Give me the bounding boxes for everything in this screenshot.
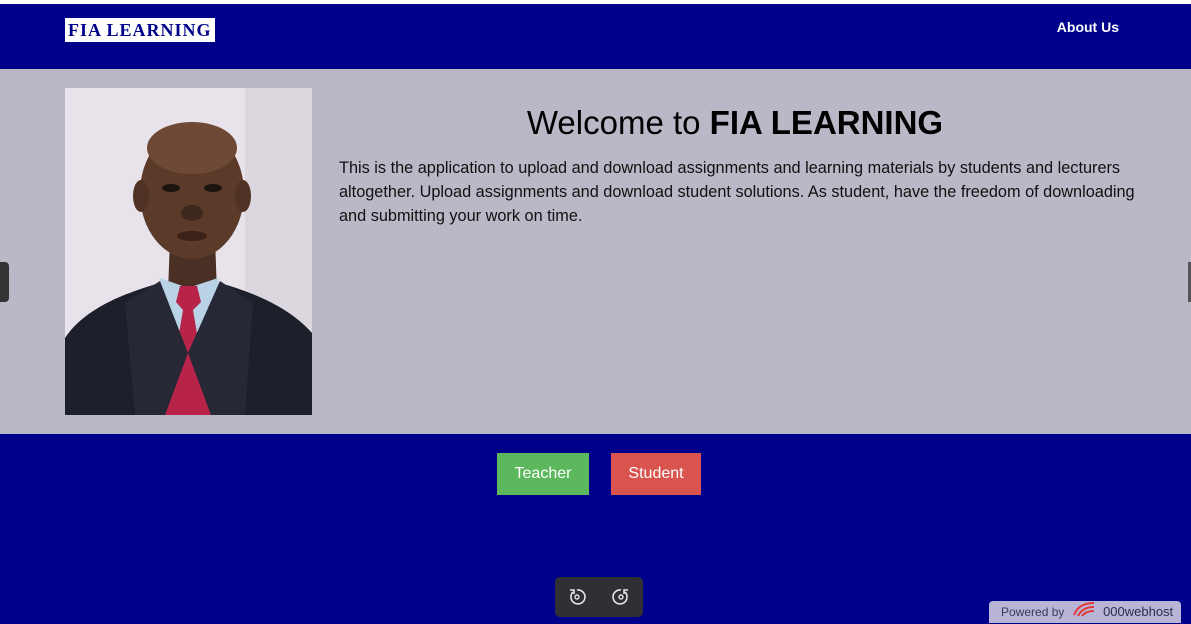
hero-section: Welcome to FIA LEARNING This is the appl…: [0, 69, 1191, 434]
powered-by-badge[interactable]: Powered by 000webhost: [989, 601, 1181, 623]
teacher-button[interactable]: Teacher: [497, 453, 589, 495]
powered-by-brand: 000webhost: [1103, 604, 1174, 619]
nav-about-us-link[interactable]: About Us: [1057, 19, 1119, 35]
hero-title-prefix: Welcome to: [526, 104, 710, 141]
rotate-toolbar: [555, 577, 643, 617]
site-logo[interactable]: FIA LEARNING: [65, 18, 215, 42]
powered-by-text: Powered by: [1001, 605, 1065, 619]
hero-title-brand: FIA LEARNING: [709, 104, 944, 141]
navbar: FIA LEARNING About Us: [0, 4, 1191, 69]
rotate-right-icon[interactable]: [611, 587, 631, 607]
portrait-image: [65, 88, 312, 415]
hero-title: Welcome to FIA LEARNING: [340, 104, 1130, 142]
student-button[interactable]: Student: [611, 453, 701, 495]
webhost-logo-icon: [1072, 601, 1098, 624]
left-side-handle[interactable]: [0, 262, 9, 302]
rotate-left-icon[interactable]: [567, 587, 587, 607]
hero-description: This is the application to upload and do…: [339, 159, 1135, 225]
